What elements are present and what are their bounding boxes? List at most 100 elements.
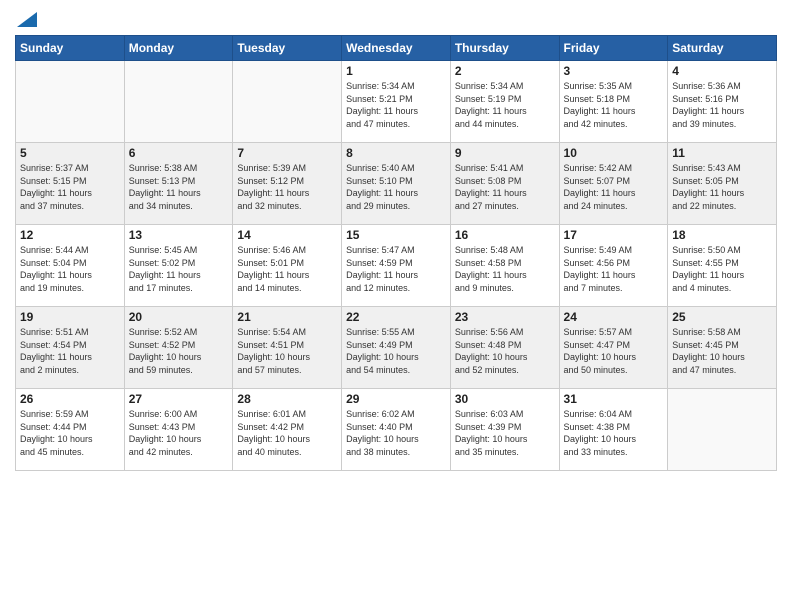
day-info: Sunrise: 5:38 AMSunset: 5:13 PMDaylight:… <box>129 162 229 212</box>
weekday-header-tuesday: Tuesday <box>233 36 342 61</box>
day-number: 9 <box>455 146 555 160</box>
calendar-cell: 7 Sunrise: 5:39 AMSunset: 5:12 PMDaylight… <box>233 143 342 225</box>
weekday-header-thursday: Thursday <box>450 36 559 61</box>
day-info: Sunrise: 5:44 AMSunset: 5:04 PMDaylight:… <box>20 244 120 294</box>
logo <box>15 14 37 27</box>
day-info: Sunrise: 5:49 AMSunset: 4:56 PMDaylight:… <box>564 244 664 294</box>
day-info: Sunrise: 5:40 AMSunset: 5:10 PMDaylight:… <box>346 162 446 212</box>
weekday-header-wednesday: Wednesday <box>342 36 451 61</box>
day-number: 11 <box>672 146 772 160</box>
day-number: 20 <box>129 310 229 324</box>
day-number: 19 <box>20 310 120 324</box>
day-number: 14 <box>237 228 337 242</box>
day-info: Sunrise: 5:45 AMSunset: 5:02 PMDaylight:… <box>129 244 229 294</box>
calendar-cell: 22 Sunrise: 5:55 AMSunset: 4:49 PMDayligh… <box>342 307 451 389</box>
day-info: Sunrise: 5:48 AMSunset: 4:58 PMDaylight:… <box>455 244 555 294</box>
day-info: Sunrise: 5:55 AMSunset: 4:49 PMDaylight:… <box>346 326 446 376</box>
day-info: Sunrise: 5:50 AMSunset: 4:55 PMDaylight:… <box>672 244 772 294</box>
calendar-cell <box>668 389 777 471</box>
calendar-cell: 4 Sunrise: 5:36 AMSunset: 5:16 PMDaylight… <box>668 61 777 143</box>
day-number: 18 <box>672 228 772 242</box>
calendar-table: SundayMondayTuesdayWednesdayThursdayFrid… <box>15 35 777 471</box>
day-info: Sunrise: 6:00 AMSunset: 4:43 PMDaylight:… <box>129 408 229 458</box>
calendar-cell: 16 Sunrise: 5:48 AMSunset: 4:58 PMDayligh… <box>450 225 559 307</box>
calendar-cell: 11 Sunrise: 5:43 AMSunset: 5:05 PMDayligh… <box>668 143 777 225</box>
calendar-cell: 9 Sunrise: 5:41 AMSunset: 5:08 PMDaylight… <box>450 143 559 225</box>
weekday-header-monday: Monday <box>124 36 233 61</box>
day-number: 23 <box>455 310 555 324</box>
calendar-cell: 25Sunrise: 5:58 AMSunset: 4:45 PMDayligh… <box>668 307 777 389</box>
day-number: 13 <box>129 228 229 242</box>
calendar-cell: 30Sunrise: 6:03 AMSunset: 4:39 PMDayligh… <box>450 389 559 471</box>
day-info: Sunrise: 5:56 AMSunset: 4:48 PMDaylight:… <box>455 326 555 376</box>
calendar-cell: 29Sunrise: 6:02 AMSunset: 4:40 PMDayligh… <box>342 389 451 471</box>
weekday-header-row: SundayMondayTuesdayWednesdayThursdayFrid… <box>16 36 777 61</box>
day-number: 22 <box>346 310 446 324</box>
calendar-cell: 5 Sunrise: 5:37 AMSunset: 5:15 PMDaylight… <box>16 143 125 225</box>
calendar-week-5: 26Sunrise: 5:59 AMSunset: 4:44 PMDayligh… <box>16 389 777 471</box>
weekday-header-saturday: Saturday <box>668 36 777 61</box>
day-info: Sunrise: 5:43 AMSunset: 5:05 PMDaylight:… <box>672 162 772 212</box>
calendar-cell: 10 Sunrise: 5:42 AMSunset: 5:07 PMDayligh… <box>559 143 668 225</box>
calendar-cell <box>16 61 125 143</box>
calendar-cell: 31 Sunrise: 6:04 AMSunset: 4:38 PMDayligh… <box>559 389 668 471</box>
day-number: 8 <box>346 146 446 160</box>
calendar-cell: 24Sunrise: 5:57 AMSunset: 4:47 PMDayligh… <box>559 307 668 389</box>
day-info: Sunrise: 6:01 AMSunset: 4:42 PMDaylight:… <box>237 408 337 458</box>
calendar-cell: 13 Sunrise: 5:45 AMSunset: 5:02 PMDayligh… <box>124 225 233 307</box>
calendar-cell: 8 Sunrise: 5:40 AMSunset: 5:10 PMDaylight… <box>342 143 451 225</box>
calendar-week-2: 5 Sunrise: 5:37 AMSunset: 5:15 PMDaylight… <box>16 143 777 225</box>
day-info: Sunrise: 5:46 AMSunset: 5:01 PMDaylight:… <box>237 244 337 294</box>
day-number: 16 <box>455 228 555 242</box>
day-number: 21 <box>237 310 337 324</box>
calendar-cell: 19 Sunrise: 5:51 AMSunset: 4:54 PMDayligh… <box>16 307 125 389</box>
day-number: 5 <box>20 146 120 160</box>
day-number: 3 <box>564 64 664 78</box>
calendar-cell: 26Sunrise: 5:59 AMSunset: 4:44 PMDayligh… <box>16 389 125 471</box>
day-info: Sunrise: 5:52 AMSunset: 4:52 PMDaylight:… <box>129 326 229 376</box>
calendar-week-1: 1Sunrise: 5:34 AMSunset: 5:21 PMDaylight… <box>16 61 777 143</box>
logo-icon <box>17 12 37 27</box>
day-number: 31 <box>564 392 664 406</box>
day-number: 29 <box>346 392 446 406</box>
day-number: 10 <box>564 146 664 160</box>
day-info: Sunrise: 5:39 AMSunset: 5:12 PMDaylight:… <box>237 162 337 212</box>
day-info: Sunrise: 5:47 AMSunset: 4:59 PMDaylight:… <box>346 244 446 294</box>
weekday-header-friday: Friday <box>559 36 668 61</box>
calendar-cell <box>233 61 342 143</box>
header <box>15 10 777 27</box>
calendar-week-3: 12Sunrise: 5:44 AMSunset: 5:04 PMDayligh… <box>16 225 777 307</box>
day-number: 24 <box>564 310 664 324</box>
calendar-cell: 17 Sunrise: 5:49 AMSunset: 4:56 PMDayligh… <box>559 225 668 307</box>
day-info: Sunrise: 5:36 AMSunset: 5:16 PMDaylight:… <box>672 80 772 130</box>
day-info: Sunrise: 5:51 AMSunset: 4:54 PMDaylight:… <box>20 326 120 376</box>
page-container: SundayMondayTuesdayWednesdayThursdayFrid… <box>0 0 792 481</box>
day-info: Sunrise: 5:34 AMSunset: 5:21 PMDaylight:… <box>346 80 446 130</box>
day-info: Sunrise: 5:54 AMSunset: 4:51 PMDaylight:… <box>237 326 337 376</box>
day-info: Sunrise: 5:41 AMSunset: 5:08 PMDaylight:… <box>455 162 555 212</box>
day-number: 2 <box>455 64 555 78</box>
day-number: 30 <box>455 392 555 406</box>
day-number: 4 <box>672 64 772 78</box>
day-info: Sunrise: 5:34 AMSunset: 5:19 PMDaylight:… <box>455 80 555 130</box>
calendar-cell: 1Sunrise: 5:34 AMSunset: 5:21 PMDaylight… <box>342 61 451 143</box>
day-info: Sunrise: 6:04 AMSunset: 4:38 PMDaylight:… <box>564 408 664 458</box>
calendar-cell: 2 Sunrise: 5:34 AMSunset: 5:19 PMDaylight… <box>450 61 559 143</box>
calendar-cell: 23 Sunrise: 5:56 AMSunset: 4:48 PMDayligh… <box>450 307 559 389</box>
calendar-cell: 20 Sunrise: 5:52 AMSunset: 4:52 PMDayligh… <box>124 307 233 389</box>
day-number: 6 <box>129 146 229 160</box>
calendar-cell: 28Sunrise: 6:01 AMSunset: 4:42 PMDayligh… <box>233 389 342 471</box>
day-number: 26 <box>20 392 120 406</box>
calendar-cell: 6 Sunrise: 5:38 AMSunset: 5:13 PMDaylight… <box>124 143 233 225</box>
day-info: Sunrise: 5:37 AMSunset: 5:15 PMDaylight:… <box>20 162 120 212</box>
day-number: 15 <box>346 228 446 242</box>
day-number: 27 <box>129 392 229 406</box>
day-info: Sunrise: 5:58 AMSunset: 4:45 PMDaylight:… <box>672 326 772 376</box>
day-number: 7 <box>237 146 337 160</box>
weekday-header-sunday: Sunday <box>16 36 125 61</box>
calendar-cell: 18 Sunrise: 5:50 AMSunset: 4:55 PMDayligh… <box>668 225 777 307</box>
day-info: Sunrise: 5:42 AMSunset: 5:07 PMDaylight:… <box>564 162 664 212</box>
calendar-cell: 27 Sunrise: 6:00 AMSunset: 4:43 PMDayligh… <box>124 389 233 471</box>
day-number: 17 <box>564 228 664 242</box>
calendar-cell: 3Sunrise: 5:35 AMSunset: 5:18 PMDaylight… <box>559 61 668 143</box>
